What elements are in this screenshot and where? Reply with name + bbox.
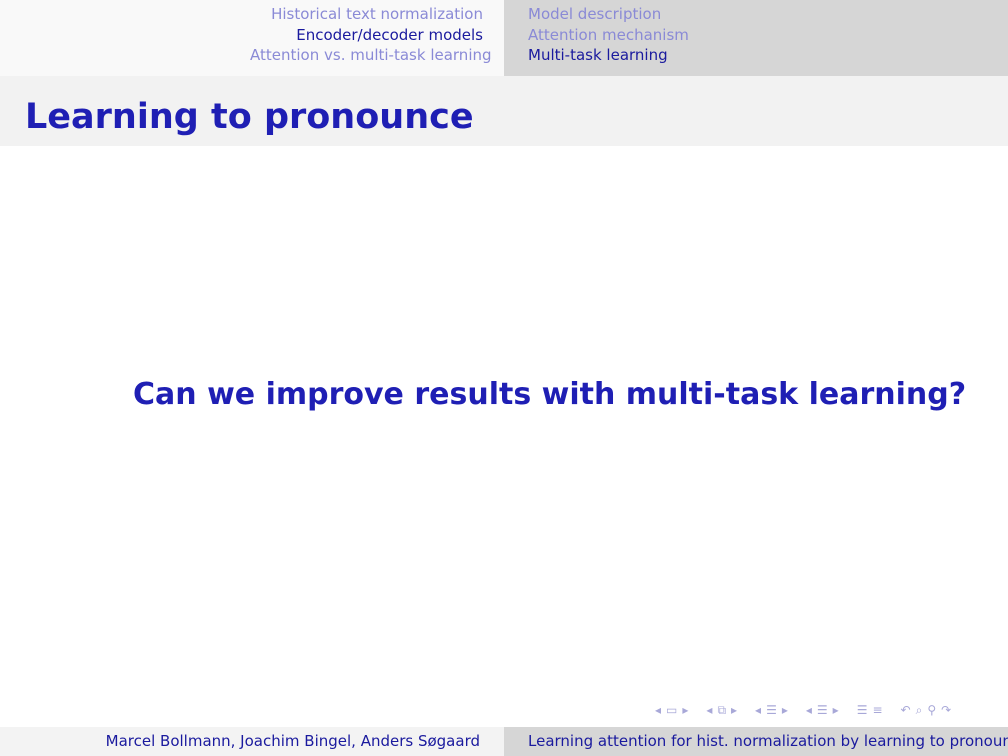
section-prev-icon[interactable]: ◂: [755, 703, 761, 717]
nav-subsection-multi-task-learning[interactable]: Multi-task learning: [528, 45, 693, 66]
section-navigation: Historical text normalization Encoder/de…: [250, 4, 492, 66]
footer-short-title: Learning attention for hist. normalizati…: [528, 732, 1008, 750]
section-next-icon[interactable]: ▸: [782, 703, 788, 717]
beamer-navigation-symbols: ◂ ▭ ▸ ◂ ⧉ ▸ ◂ ☰ ▸ ◂ ☰ ▸ ☰ ≡ ↶ ⌕ ⚲ ↷: [655, 700, 951, 720]
frame-body-question: Can we improve results with multi-task l…: [133, 377, 967, 412]
page-prev-icon[interactable]: ◂: [806, 703, 812, 717]
footer-left-panel: Marcel Bollmann, Joachim Bingel, Anders …: [0, 727, 504, 756]
page-icon[interactable]: ☰: [817, 703, 828, 717]
nav-subsection-attention-mechanism[interactable]: Attention mechanism: [528, 25, 693, 46]
nav-section-historical-text-normalization[interactable]: Historical text normalization: [250, 4, 483, 25]
subsection-navigation: Model description Attention mechanism Mu…: [522, 4, 693, 66]
subsection-next-icon[interactable]: ▸: [731, 703, 737, 717]
frame-prev-icon[interactable]: ◂: [655, 703, 661, 717]
nav-section-attention-vs-multitask[interactable]: Attention vs. multi-task learning: [250, 45, 492, 66]
subsection-icon[interactable]: ⧉: [717, 703, 726, 718]
frame-title: Learning to pronounce: [25, 97, 474, 137]
subsection-prev-icon[interactable]: ◂: [706, 703, 712, 717]
zoom-icon[interactable]: ⚲: [927, 703, 936, 717]
frame-icon[interactable]: ▭: [666, 703, 677, 717]
frame-next-icon[interactable]: ▸: [682, 703, 688, 717]
footer-authors: Marcel Bollmann, Joachim Bingel, Anders …: [105, 732, 480, 750]
redo-icon[interactable]: ↷: [941, 703, 951, 717]
nav-subsection-model-description[interactable]: Model description: [528, 4, 693, 25]
search-icon[interactable]: ⌕: [916, 703, 923, 718]
document-icon[interactable]: ☰: [857, 703, 868, 717]
page-next-icon[interactable]: ▸: [833, 703, 839, 717]
undo-icon[interactable]: ↶: [901, 703, 911, 717]
toc-icon[interactable]: ≡: [872, 703, 882, 717]
footer-right-panel: Learning attention for hist. normalizati…: [504, 727, 1008, 756]
section-icon[interactable]: ☰: [766, 703, 777, 717]
nav-section-encoder-decoder-models[interactable]: Encoder/decoder models: [250, 25, 483, 46]
